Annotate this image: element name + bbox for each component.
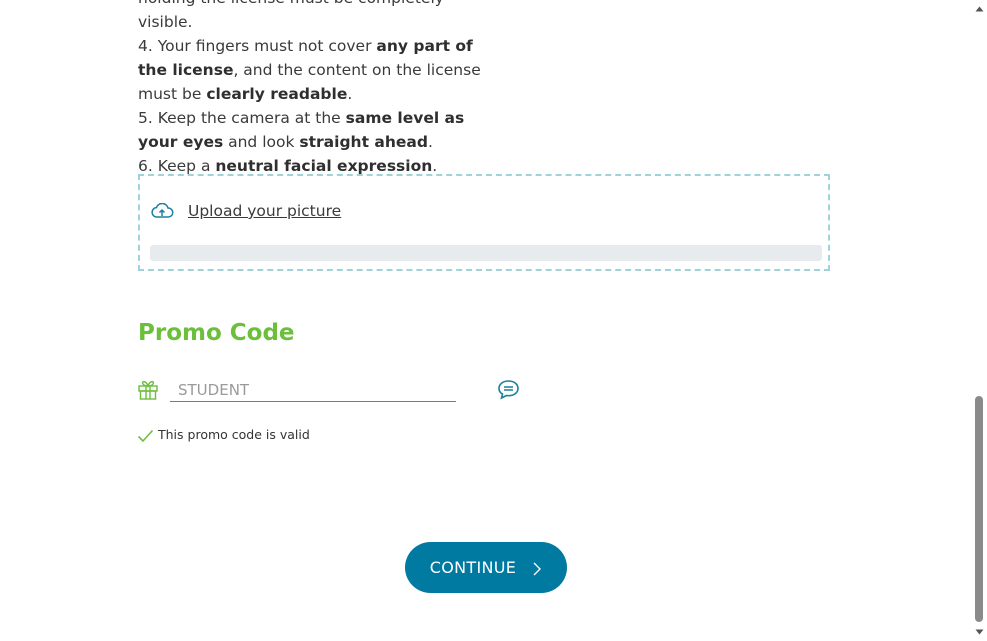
chat-bubble-icon[interactable]: [497, 379, 520, 400]
promo-status: This promo code is valid: [137, 427, 310, 442]
promo-status-text: This promo code is valid: [158, 427, 310, 442]
upload-dropzone[interactable]: Upload your picture: [138, 174, 830, 271]
upload-instructions: holding the license must be completely v…: [138, 0, 483, 178]
continue-button-label: CONTINUE: [429, 558, 517, 577]
cloud-upload-icon[interactable]: [150, 202, 174, 219]
instruction-item-5: 5. Keep the camera at the same level as …: [138, 109, 465, 151]
chevron-right-icon: [532, 561, 542, 575]
checkmark-icon: [137, 428, 154, 442]
upload-picture-link[interactable]: Upload your picture: [188, 202, 341, 220]
scrollbar-thumb[interactable]: [975, 396, 983, 622]
instruction-line-3-end: holding the license must be completely v…: [138, 0, 444, 31]
instruction-item-4: 4. Your fingers must not cover any part …: [138, 37, 481, 103]
upload-progress-bar: [150, 245, 822, 261]
scroll-down-arrow-icon[interactable]: [971, 625, 987, 639]
gift-icon: [137, 378, 159, 400]
page-scrollbar[interactable]: [971, 0, 987, 641]
scroll-up-arrow-icon[interactable]: [971, 2, 987, 16]
continue-button[interactable]: CONTINUE: [405, 542, 567, 593]
upload-row[interactable]: Upload your picture: [150, 202, 341, 220]
promo-code-title: Promo Code: [138, 320, 295, 346]
promo-code-input[interactable]: [170, 378, 456, 402]
